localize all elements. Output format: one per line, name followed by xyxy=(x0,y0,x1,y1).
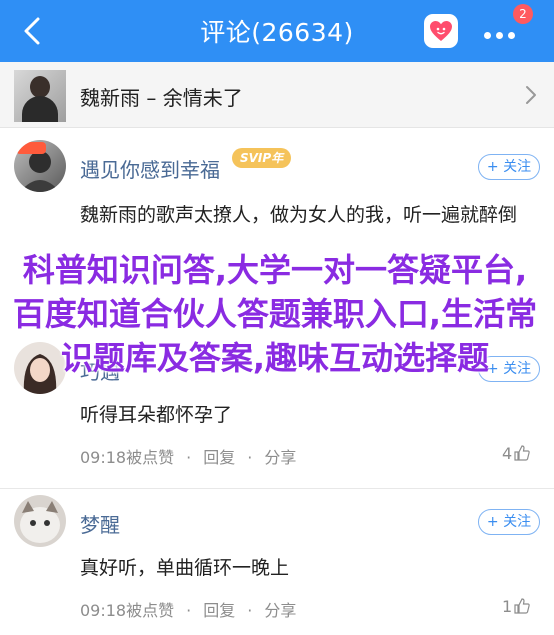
comment-username[interactable]: 遇见你感到幸福 xyxy=(80,154,220,183)
notification-badge: 2 xyxy=(513,4,533,24)
follow-button[interactable]: + 关注 xyxy=(478,154,540,180)
like-count: 1 xyxy=(502,597,513,616)
more-button[interactable] xyxy=(484,24,524,39)
like-count: 4 xyxy=(502,444,513,463)
top-bar: 评论(26634) 2 xyxy=(0,0,554,62)
dot-icon xyxy=(484,32,491,39)
comment-text: 听得耳朵都怀孕了 xyxy=(80,404,233,426)
comment-text: 魏新雨的歌声太撩人，做为女人的我，听一遍就醉倒 xyxy=(80,204,518,226)
comment-item: 梦醒 + 关注 真好听，单曲循环一晚上 09:18被点赞 · 回复 · 分享 1 xyxy=(0,489,554,635)
thumbs-up-icon xyxy=(514,598,530,614)
reply-button[interactable]: 回复 xyxy=(203,448,235,467)
page-title: 评论(26634) xyxy=(200,18,354,47)
share-button[interactable]: 分享 xyxy=(264,601,296,620)
overlay-ad-text: 科普知识问答,大学一对一答疑平台,百度知道合伙人答题兼职入口,生活常识题库及答案… xyxy=(12,251,538,377)
like-button[interactable]: 1 xyxy=(502,597,530,616)
comment-username[interactable]: 梦醒 xyxy=(80,509,120,538)
comment-meta: 09:18被点赞 · 回复 · 分享 xyxy=(80,448,297,467)
share-button[interactable]: 分享 xyxy=(264,448,296,467)
thumbs-up-icon xyxy=(514,445,530,461)
dot-icon xyxy=(508,32,515,39)
comment-time: 09:18被点赞 xyxy=(80,601,175,620)
follow-button[interactable]: + 关注 xyxy=(478,509,540,535)
comment-time: 09:18被点赞 xyxy=(80,448,175,467)
favorite-button[interactable] xyxy=(424,14,458,48)
comment-meta: 09:18被点赞 · 回复 · 分享 xyxy=(80,601,297,620)
comments-page: 评论(26634) 2 魏新雨 – 余情未了 遇见你感到幸福 SVIP年 + 关… xyxy=(0,0,554,635)
song-title: 魏新雨 – 余情未了 xyxy=(80,86,243,110)
song-cover-image xyxy=(14,70,66,122)
comment-text: 真好听，单曲循环一晚上 xyxy=(80,557,290,579)
song-row[interactable]: 魏新雨 – 余情未了 xyxy=(0,62,554,128)
heart-icon xyxy=(430,21,452,41)
avatar[interactable] xyxy=(14,140,66,192)
like-button[interactable]: 4 xyxy=(502,444,530,463)
chevron-right-icon xyxy=(526,86,536,104)
vip-badge: SVIP年 xyxy=(232,148,292,168)
reply-button[interactable]: 回复 xyxy=(203,601,235,620)
dot-icon xyxy=(496,32,503,39)
avatar[interactable] xyxy=(14,495,66,547)
